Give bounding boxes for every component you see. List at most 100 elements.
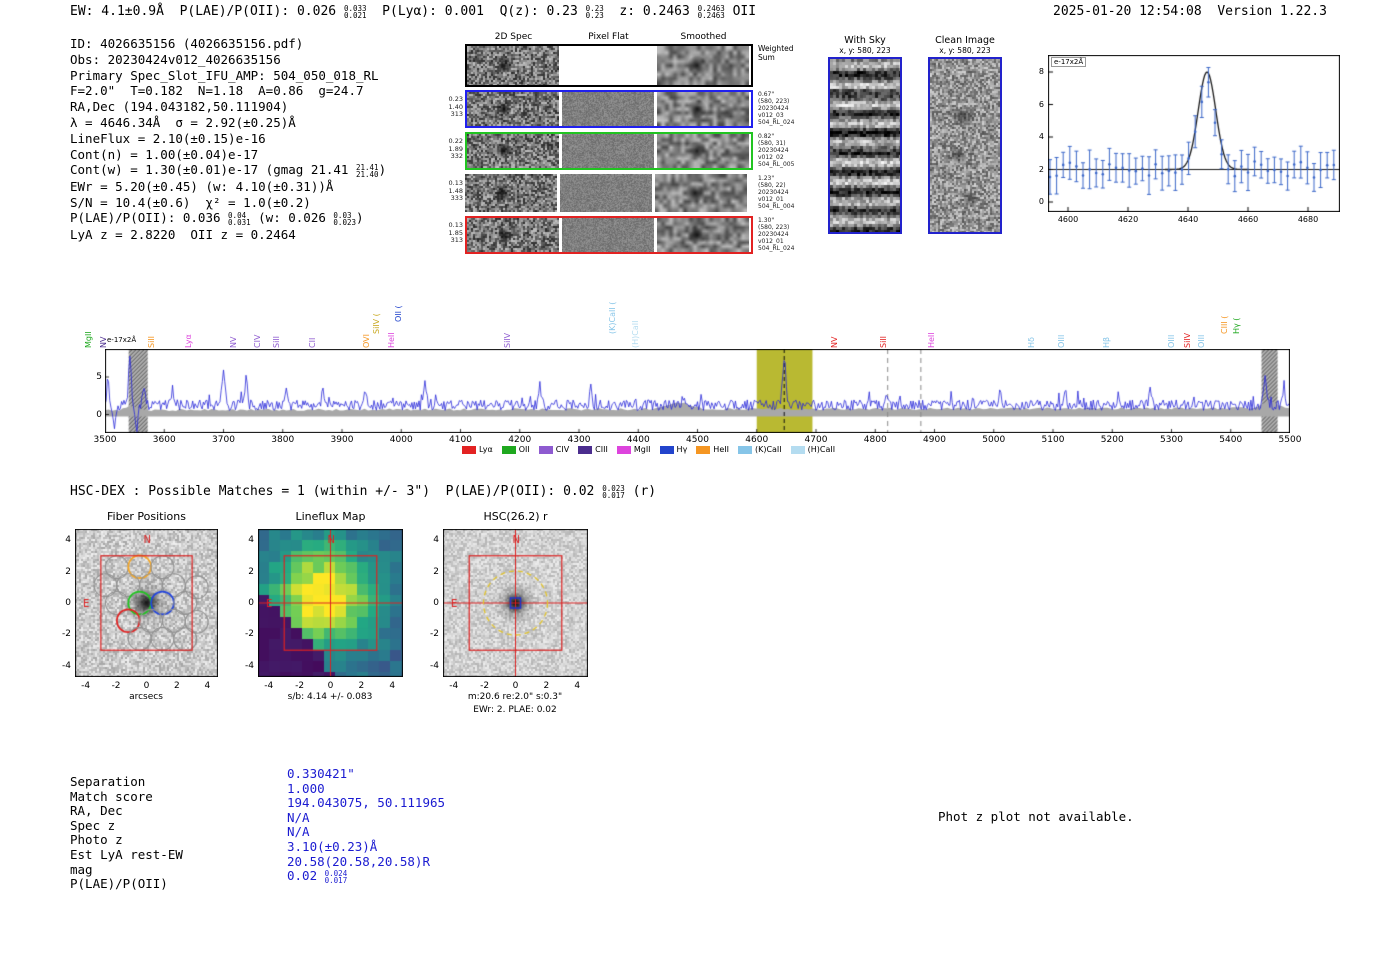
spec2d-row-left-labels: 0.23 1.40 313: [440, 95, 463, 119]
cutout-x-tick-label: -2: [111, 681, 121, 691]
match-table-row-value: 0.330421": [287, 766, 355, 781]
emission-line-label: OIII: [1197, 334, 1206, 348]
spec2d-image-canvas-smooth: [655, 174, 747, 212]
spec2d-right-label-line: 20230424: [758, 231, 789, 238]
fiber-xlabel: arcsecs: [129, 692, 163, 702]
emission-line-labels: MgII NV SiII Lyα NV CIV SiII CII OVI SiIV (HeII OI…: [84, 262, 1290, 349]
cutout-x-tick-label: 2: [543, 681, 550, 691]
cutout-y-tick-label: -4: [245, 660, 254, 671]
spec2d-right-label-line: 20230424: [758, 147, 789, 154]
hscdex-match-summary: HSC-DEX : Possible Matches = 1 (within +…: [70, 484, 656, 500]
clean-title: Clean Image: [935, 35, 995, 46]
spec2d-right-label-line: v012_01: [758, 196, 784, 203]
header-summary: EW: 4.1±0.9Å P(LAE)/P(OII): 0.026 0.033 0…: [70, 4, 756, 20]
cutout-x-tick-label: 2: [358, 681, 365, 691]
text-segment: ID: 4026635156 (4026635156.pdf): [70, 36, 304, 51]
text-segment: Primary Spec_Slot_IFU_AMP: 504_050_018_R…: [70, 67, 379, 83]
legend-item: OII: [501, 445, 530, 454]
stacked-uncertainty: 0.23 0.23: [585, 3, 604, 20]
legend-swatch: [462, 445, 476, 454]
text-segment: N/A: [287, 824, 310, 840]
spec2d-right-label-line: 504_RL_024: [758, 245, 795, 252]
emission-line-label: HeII: [926, 332, 936, 348]
text-segment: 0.330421": [287, 766, 355, 781]
spec2d-image-canvas-smooth: [657, 218, 749, 252]
stacked-uncertainty: 21.41 21.40: [355, 162, 379, 180]
photz-note: Phot z plot not available.: [938, 809, 1134, 824]
text-segment: (r): [624, 484, 657, 499]
cutout-y-tick-label: 2: [433, 566, 439, 577]
spec2d-right-label-line: (580, 223): [758, 224, 790, 231]
spec2d-right-label-line: (580, 22): [758, 182, 786, 189]
spectrum-x-tick-label: 4400: [626, 435, 650, 445]
legend-label: Lyα: [479, 445, 493, 454]
emission-line-label: SiII: [878, 335, 888, 348]
lineflux-caption: s/b: 4.14 +/- 0.083: [287, 692, 373, 702]
full-spectrum-plot-canvas: [105, 349, 1290, 433]
cutout-y-tick-label: 4: [248, 535, 254, 546]
legend-label: HeII: [713, 445, 729, 454]
text-segment: HSC-DEX : Possible Matches = 1 (within +…: [70, 484, 603, 499]
cutout-y-tick-label: 2: [65, 566, 71, 577]
text-segment: 0.02: [287, 868, 325, 884]
cutout-x-tick-label: 4: [389, 681, 396, 691]
emission-line-label: Lyα: [183, 334, 193, 348]
legend-item: CIII: [578, 445, 608, 454]
cutout-x-tick-label: -4: [449, 681, 459, 691]
legend-item: Hγ: [659, 445, 688, 454]
spectrum-x-tick-label: 3600: [152, 435, 176, 445]
text-segment: OII: [724, 4, 757, 19]
spec2d-row-left-labels: 0.22 1.89 332: [440, 137, 463, 161]
spec2d-right-label-line: 20230424: [758, 189, 789, 196]
withsky-title: With Sky: [844, 35, 886, 46]
cutout-x-tick-label: 0: [327, 681, 334, 691]
stacked-uncertainty: 0.023 0.017: [602, 483, 625, 500]
zoom-x-tick-label: 4680: [1297, 215, 1319, 224]
legend-swatch: [578, 445, 593, 454]
match-table-row-label: Separation: [70, 774, 146, 789]
cutout-y-tick-label: 0: [65, 598, 71, 608]
spec2d-left-label-line: 313: [450, 110, 463, 118]
zoom-y-tick-label: 2: [1038, 164, 1044, 174]
legend-swatch: [538, 445, 553, 454]
info-line: LineFlux = 2.10(±0.15)e-16: [70, 131, 386, 147]
spectrum-x-tick-label: 4200: [508, 435, 532, 445]
spec2d-image-canvas-2d: [467, 218, 559, 252]
spectrum-x-tick-label: 4500: [686, 435, 709, 445]
info-line: EWr = 5.20(±0.45) (w: 4.10(±0.31))Å: [70, 179, 386, 195]
match-table-row-label: RA, Dec: [70, 803, 123, 819]
text-segment: 1.000: [287, 780, 325, 796]
cutout-x-tick-label: -2: [295, 681, 305, 691]
info-line: RA,Dec (194.043182,50.111904): [70, 99, 386, 115]
cutout-y-tick-label: 4: [433, 535, 439, 546]
emission-line-label: NV: [829, 336, 839, 348]
text-segment: EW: 4.1±0.9Å P(LAE)/P(OII): 0.026: [70, 4, 344, 19]
stacked-uncertainty: 0.04 0.031: [228, 210, 251, 228]
header-timestamp-version: 2025-01-20 12:54:08 Version 1.22.3: [1053, 4, 1327, 19]
emission-line-label: NV: [228, 336, 238, 348]
hsc-cutout-canvas: [443, 529, 588, 677]
match-table-row-value: 0.02 0.024 0.017: [287, 868, 347, 885]
spec2d-right-label-line: 504_RL_005: [758, 161, 795, 168]
cutout-y-tick-label: -2: [245, 629, 254, 640]
legend-label: Hγ: [676, 445, 688, 454]
lineflux-map-canvas: [258, 529, 403, 677]
cutout-y-tick-label: -2: [62, 629, 71, 640]
emission-line-label: HeII: [387, 332, 397, 348]
spectrum-x-tick-label: 4300: [567, 435, 591, 445]
spec2d-row: [465, 44, 753, 87]
info-line: Cont(w) = 1.30(±0.01)e-17 (gmag 21.41 21…: [70, 162, 386, 179]
text-segment: z: 0.2463: [603, 4, 698, 19]
spectrum-x-tick-label: 3800: [271, 435, 295, 445]
stacked-uncertainty: 0.2463 0.2463: [697, 3, 725, 20]
cutout-y-tick-label: -2: [430, 629, 439, 640]
info-line: ID: 4026635156 (4026635156.pdf): [70, 36, 386, 52]
spec2d-col-title-2dspec: 2D Spec: [494, 32, 533, 42]
spec2d-image-canvas-smooth: [657, 92, 749, 126]
emission-line-label: SiII: [271, 335, 281, 348]
spec2d-row-right-labels: 0.82" (580, 31) 20230424 v012_02 504_RL_005: [758, 133, 798, 168]
emission-line-label: MgII: [83, 331, 93, 348]
cutout-y-tick-label: -4: [62, 660, 71, 671]
fiber-positions-title: Fiber Positions: [107, 510, 186, 523]
spec2d-image-canvas-2d: [467, 46, 559, 85]
